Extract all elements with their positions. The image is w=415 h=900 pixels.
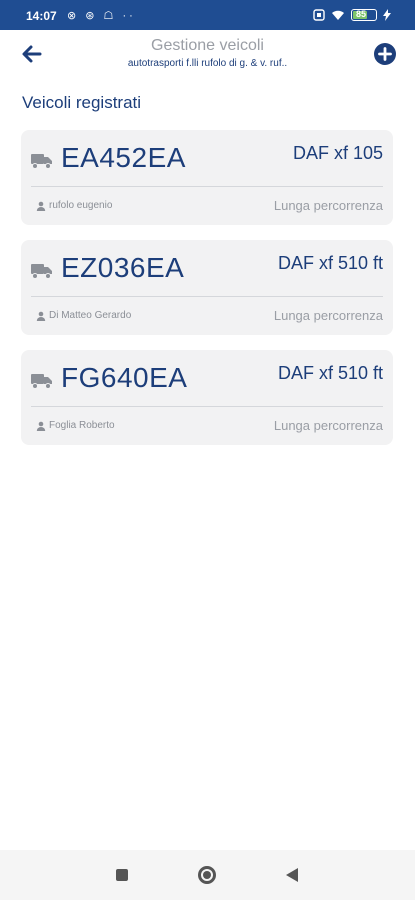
vehicle-card[interactable]: EZ036EA DAF xf 510 ft Di Matteo Gerardo … [21,240,393,335]
vehicle-list: EA452EA DAF xf 105 rufolo eugenio Lunga … [21,130,393,460]
vehicle-model: DAF xf 510 ft [277,253,383,273]
home-icon[interactable] [198,866,216,884]
card-divider [31,296,383,297]
person-icon [36,201,46,211]
truck-icon [31,154,52,169]
vehicle-usage: Lunga percorrenza [273,418,383,433]
vehicle-driver: Foglia Roberto [36,420,115,431]
company-subtitle: autotrasporti f.lli rufolo di g. & v. ru… [127,58,288,69]
app-header: Gestione veicoli autotrasporti f.lli ruf… [0,30,415,80]
system-back-icon[interactable] [286,868,298,882]
screen-record-icon [313,9,325,21]
card-divider [31,406,383,407]
vehicle-plate: EA452EA [61,142,186,173]
person-icon [36,421,46,431]
battery-level: 85 [356,9,367,19]
vehicle-card[interactable]: EA452EA DAF xf 105 rufolo eugenio Lunga … [21,130,393,225]
vehicle-driver: Di Matteo Gerardo [36,310,131,321]
page-title: Gestione veicoli [151,37,264,54]
driver-name: Di Matteo Gerardo [49,310,132,321]
person-icon [36,311,46,321]
battery-icon: 85 [351,9,377,21]
status-icons-right: 85 [313,9,391,21]
notification-icons: ⊗ ⊛ ☖ ·· [67,10,136,22]
section-title: Veicoli registrati [22,93,142,112]
truck-icon [31,374,52,389]
system-nav-bar [0,850,415,900]
vehicle-usage: Lunga percorrenza [273,308,383,323]
recent-apps-icon[interactable] [116,869,128,881]
vehicle-card[interactable]: FG640EA DAF xf 510 ft Foglia Roberto Lun… [21,350,393,445]
vehicle-driver: rufolo eugenio [36,200,112,211]
vehicle-model: DAF xf 105 [292,143,383,163]
charging-icon [383,9,391,21]
card-divider [31,186,383,187]
vehicle-usage: Lunga percorrenza [273,198,383,213]
truck-icon [31,264,52,279]
status-bar: 14:07 ⊗ ⊛ ☖ ·· 85 [0,0,415,30]
wifi-icon [332,10,344,20]
add-vehicle-icon[interactable] [373,42,397,66]
status-time: 14:07 [26,9,57,23]
vehicle-plate: EZ036EA [61,252,185,283]
vehicle-plate: FG640EA [61,362,188,393]
driver-name: rufolo eugenio [49,200,113,211]
vehicle-model: DAF xf 510 ft [277,363,383,383]
driver-name: Foglia Roberto [49,420,115,431]
